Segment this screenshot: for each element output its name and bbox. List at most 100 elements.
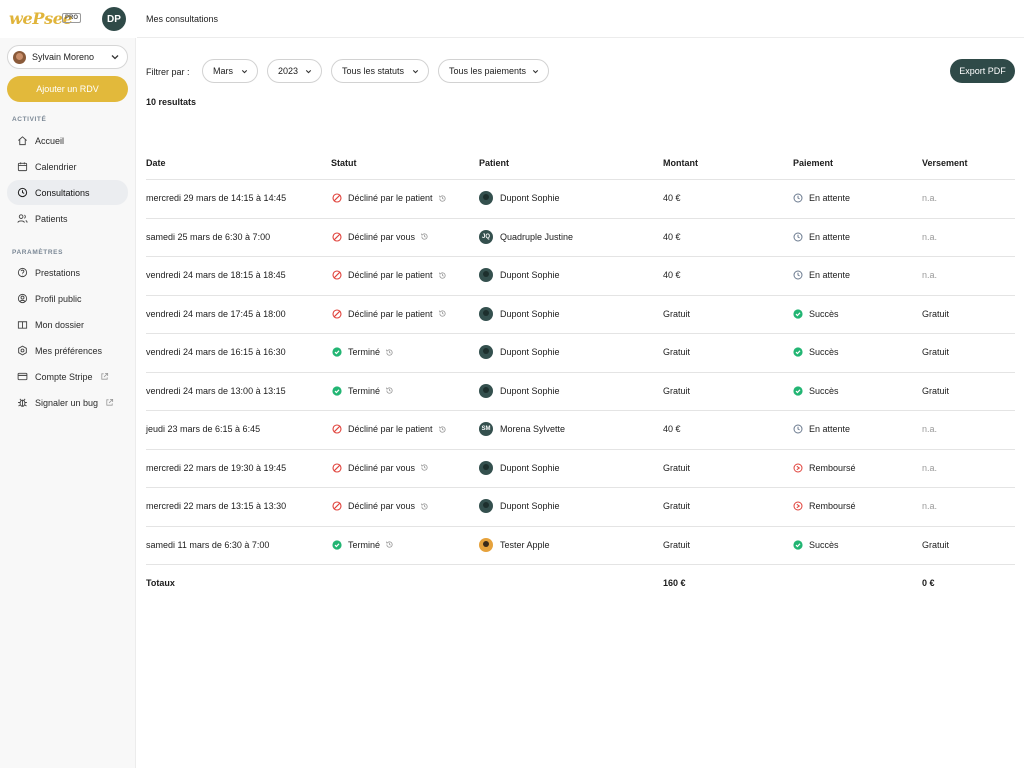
gear-icon bbox=[18, 345, 27, 356]
logo-row: wePsee PRO DP bbox=[0, 0, 136, 38]
sidebar-item-consultations[interactable]: Consultations bbox=[7, 180, 128, 205]
patient-name: Quadruple Justine bbox=[500, 231, 574, 242]
date-cell: samedi 25 mars de 6:30 à 7:00 bbox=[146, 231, 271, 242]
totals-versement: 0 € bbox=[922, 578, 935, 588]
history-icon[interactable] bbox=[385, 540, 394, 549]
history-icon[interactable] bbox=[420, 502, 429, 511]
amount-cell: 40 € bbox=[663, 193, 681, 203]
patient-cell[interactable]: SM Morena Sylvette bbox=[479, 422, 565, 436]
patient-avatar bbox=[479, 499, 493, 513]
patient-avatar: SM bbox=[479, 422, 493, 436]
table-row[interactable]: samedi 25 mars de 6:30 à 7:00 Décliné par… bbox=[146, 219, 1015, 257]
history-icon[interactable] bbox=[438, 194, 447, 203]
declined-icon bbox=[332, 308, 342, 319]
patient-name: Dupont Sophie bbox=[500, 308, 560, 319]
patient-cell[interactable]: Dupont Sophie bbox=[479, 460, 560, 475]
clock-icon bbox=[793, 270, 803, 280]
status-text: Décliné par vous bbox=[348, 462, 416, 473]
table-row[interactable]: samedi 11 mars de 6:30 à 7:00 Terminé Test… bbox=[146, 527, 1015, 565]
check-circle-icon bbox=[793, 308, 803, 319]
payment-status: Remboursé bbox=[809, 501, 856, 511]
user-name: Sylvain Moreno bbox=[32, 52, 95, 62]
account-avatar[interactable]: DP bbox=[102, 7, 126, 31]
export-pdf-button[interactable]: Export PDF bbox=[950, 59, 1015, 83]
sidebar-item-patients[interactable]: Patients bbox=[7, 206, 128, 231]
patient-cell[interactable]: Dupont Sophie bbox=[479, 499, 560, 513]
table-row[interactable]: vendredi 24 mars de 18:15 à 18:45 Décliné… bbox=[146, 257, 1015, 296]
add-appointment-button[interactable]: Ajouter un RDV bbox=[7, 76, 128, 102]
amount-cell: Gratuit bbox=[663, 347, 691, 357]
status-select[interactable]: Tous les statuts bbox=[331, 59, 429, 83]
patient-cell[interactable]: Tester Apple bbox=[479, 537, 550, 552]
folder-icon bbox=[17, 321, 28, 329]
patient-name: Dupont Sophie bbox=[500, 501, 560, 511]
patient-name: Dupont Sophie bbox=[500, 462, 560, 473]
user-selector[interactable]: Sylvain Moreno bbox=[7, 45, 128, 69]
bug-icon bbox=[18, 398, 27, 407]
history-icon[interactable] bbox=[420, 463, 429, 472]
patient-name: Dupont Sophie bbox=[500, 347, 560, 357]
table-row[interactable]: vendredi 24 mars de 16:15 à 16:30 Terminé… bbox=[146, 334, 1015, 373]
sidebar-item-prestations[interactable]: Prestations bbox=[7, 260, 128, 285]
date-cell: vendredi 24 mars de 17:45 à 18:00 bbox=[146, 308, 286, 319]
history-icon[interactable] bbox=[420, 232, 429, 241]
patient-cell[interactable]: Dupont Sophie bbox=[479, 191, 560, 205]
payment-status: Succès bbox=[809, 347, 839, 357]
declined-icon bbox=[332, 231, 342, 242]
sidebar-item-compte-stripe[interactable]: Compte Stripe bbox=[7, 364, 128, 389]
table-row[interactable]: mercredi 29 mars de 14:15 à 14:45 Décliné… bbox=[146, 180, 1015, 219]
sidebar-item-label: Mes préférences bbox=[35, 345, 103, 356]
sidebar-item-profil-public[interactable]: Profil public bbox=[7, 286, 128, 311]
check-circle-icon bbox=[332, 539, 342, 550]
patient-cell[interactable]: JQ Quadruple Justine bbox=[479, 229, 574, 244]
patient-cell[interactable]: Dupont Sophie bbox=[479, 345, 560, 359]
status-text: Décliné par le patient bbox=[348, 308, 433, 319]
sidebar-item-calendrier[interactable]: Calendrier bbox=[7, 154, 128, 179]
versement-cell: n.a. bbox=[922, 270, 938, 280]
patient-avatar: JQ bbox=[479, 229, 493, 244]
status-cell: Décliné par le patient bbox=[332, 424, 447, 434]
sidebar-item-label: Signaler un bug bbox=[35, 397, 99, 408]
results-count: 10 resultats bbox=[146, 97, 197, 107]
totals-amount: 160 € bbox=[663, 578, 686, 588]
versement-cell: n.a. bbox=[922, 501, 938, 511]
history-icon[interactable] bbox=[438, 271, 447, 280]
history-icon[interactable] bbox=[385, 348, 394, 357]
sidebar-item-mes-preferences[interactable]: Mes préférences bbox=[7, 338, 128, 363]
status-text: Décliné par vous bbox=[348, 501, 416, 511]
table-row[interactable]: mercredi 22 mars de 13:15 à 13:30 Décliné… bbox=[146, 488, 1015, 527]
amount-cell: 40 € bbox=[663, 424, 681, 434]
payment-cell: Succès bbox=[793, 540, 839, 550]
payment-select[interactable]: Tous les paiements bbox=[438, 59, 549, 83]
column-header-patient: Patient bbox=[479, 158, 510, 168]
year-select[interactable]: 2023 bbox=[267, 59, 322, 83]
home-icon bbox=[18, 136, 27, 146]
sidebar-item-label: Accueil bbox=[35, 135, 65, 146]
sidebar-item-label: Consultations bbox=[35, 187, 90, 198]
check-circle-icon bbox=[793, 385, 803, 396]
history-icon[interactable] bbox=[438, 309, 447, 318]
chevron-down-icon bbox=[305, 70, 312, 74]
versement-cell: n.a. bbox=[922, 193, 938, 203]
sidebar-item-accueil[interactable]: Accueil bbox=[7, 128, 128, 153]
history-icon[interactable] bbox=[385, 386, 394, 395]
sidebar-item-mon-dossier[interactable]: Mon dossier bbox=[7, 312, 128, 337]
declined-icon bbox=[332, 462, 342, 473]
payment-cell: En attente bbox=[793, 270, 850, 280]
payment-cell: En attente bbox=[793, 232, 850, 242]
patient-cell[interactable]: Dupont Sophie bbox=[479, 383, 560, 398]
sidebar-item-label: Compte Stripe bbox=[35, 371, 93, 382]
patient-cell[interactable]: Dupont Sophie bbox=[479, 306, 560, 321]
table-row[interactable]: vendredi 24 mars de 13:00 à 13:15 Terminé… bbox=[146, 373, 1015, 411]
table-row[interactable]: jeudi 23 mars de 6:15 à 6:45 Décliné par … bbox=[146, 411, 1015, 450]
month-select[interactable]: Mars bbox=[202, 59, 258, 83]
users-icon bbox=[17, 214, 28, 223]
patient-cell[interactable]: Dupont Sophie bbox=[479, 268, 560, 282]
amount-cell: 40 € bbox=[663, 231, 681, 242]
table-row[interactable]: mercredi 22 mars de 19:30 à 19:45 Décliné… bbox=[146, 450, 1015, 488]
table-row[interactable]: vendredi 24 mars de 17:45 à 18:00 Décliné… bbox=[146, 296, 1015, 334]
status-cell: Décliné par vous bbox=[332, 463, 429, 473]
status-value: Tous les statuts bbox=[342, 66, 405, 76]
sidebar-item-signaler-bug[interactable]: Signaler un bug bbox=[7, 390, 128, 415]
history-icon[interactable] bbox=[438, 425, 447, 434]
